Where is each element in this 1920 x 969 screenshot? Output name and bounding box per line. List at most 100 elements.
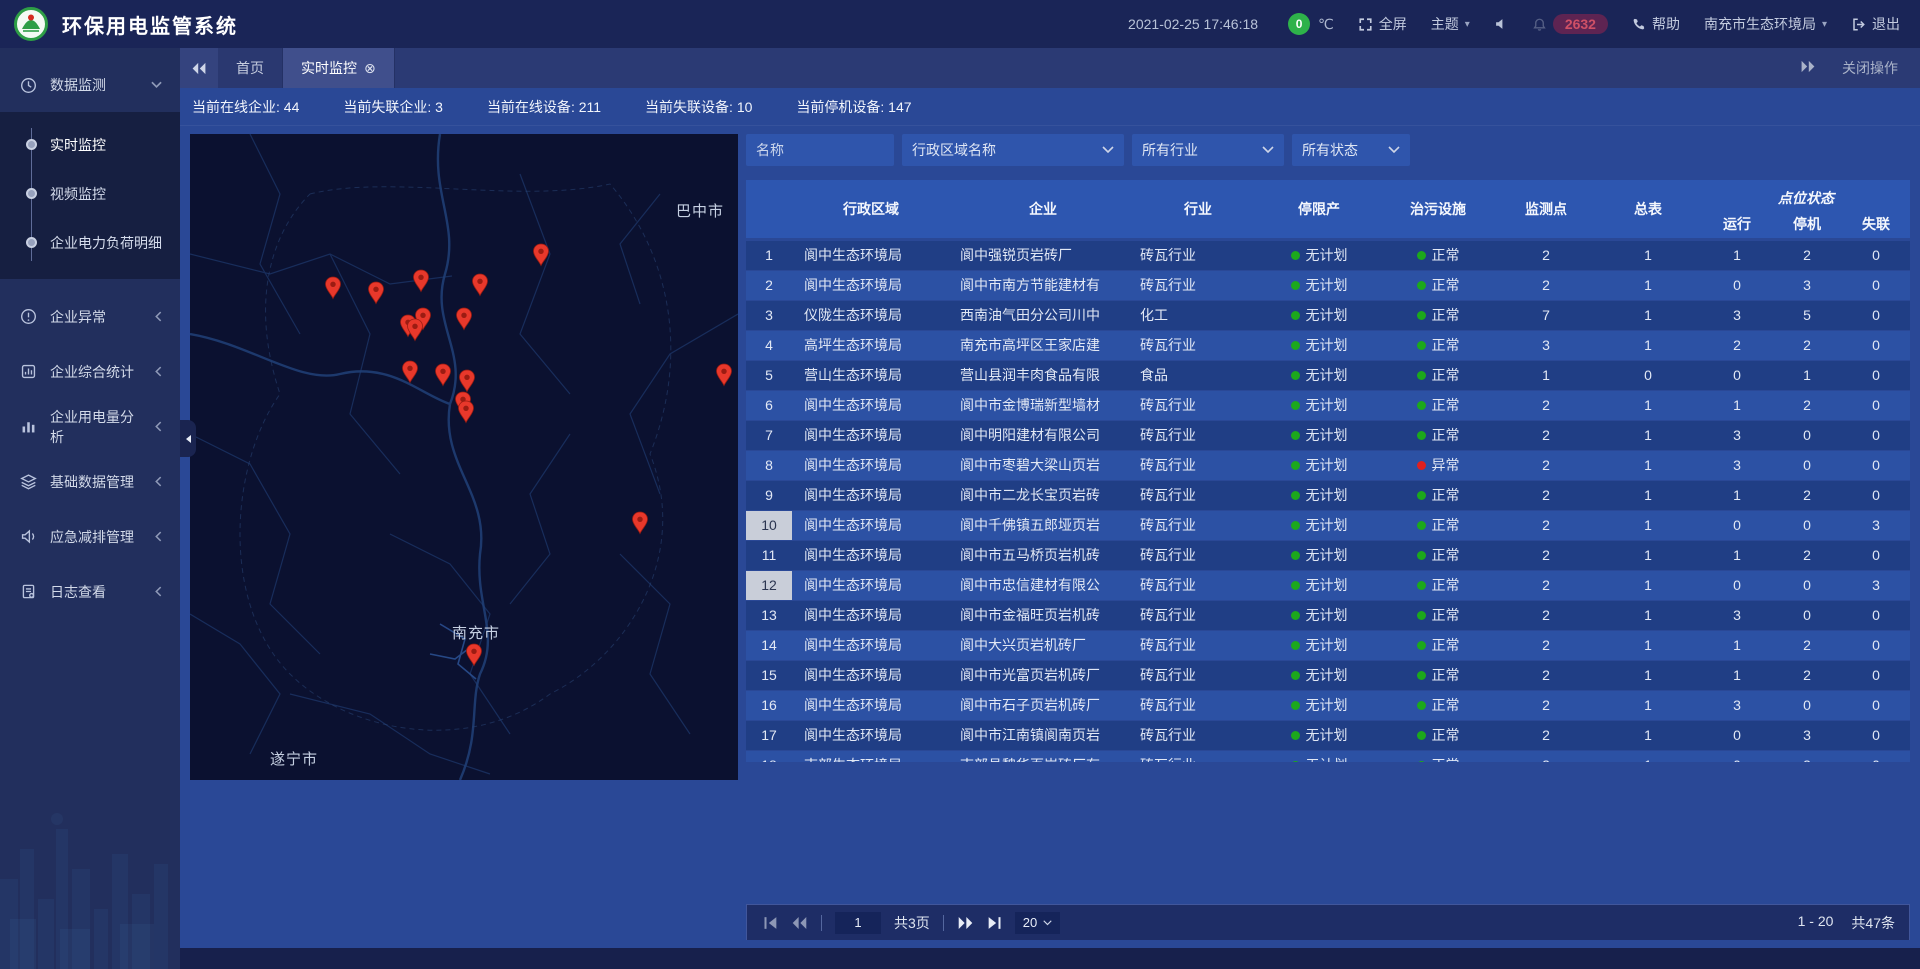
map-pin-9[interactable] bbox=[401, 360, 419, 384]
map-pin-7[interactable] bbox=[455, 307, 473, 331]
facility-text: 正常 bbox=[1432, 421, 1460, 450]
map-pin-11[interactable] bbox=[458, 369, 476, 393]
table-header-col-5[interactable]: 监测点 bbox=[1498, 180, 1594, 238]
status-filter-select[interactable]: 所有状态 bbox=[1292, 134, 1410, 166]
table-row-3[interactable]: 3仪陇生态环境局西南油气田分公司川中化工无计划正常71350 bbox=[746, 301, 1910, 330]
notifications-button[interactable]: 2632 bbox=[1532, 14, 1608, 34]
table-row-9[interactable]: 9阆中生态环境局阆中市二龙长宝页岩砖砖瓦行业无计划正常21120 bbox=[746, 481, 1910, 510]
table-row-8[interactable]: 8阆中生态环境局阆中市枣碧大梁山页岩砖瓦行业无计划异常21300 bbox=[746, 451, 1910, 480]
map-pin-16[interactable] bbox=[465, 643, 483, 667]
map-pin-2[interactable] bbox=[412, 269, 430, 293]
fullscreen-button[interactable]: 全屏 bbox=[1358, 14, 1407, 34]
industry-filter-select[interactable]: 所有行业 bbox=[1132, 134, 1284, 166]
table-row-13[interactable]: 13阆中生态环境局阆中市金福旺页岩机砖砖瓦行业无计划正常21300 bbox=[746, 601, 1910, 630]
table-row-17[interactable]: 17阆中生态环境局阆中市江南镇阆南页岩砖瓦行业无计划正常21030 bbox=[746, 721, 1910, 750]
table-header-col-2[interactable]: 行业 bbox=[1136, 180, 1260, 238]
map-canvas bbox=[190, 134, 738, 780]
tab-0[interactable]: 首页 bbox=[218, 48, 283, 88]
table-header-status-0[interactable]: 运行 bbox=[1702, 209, 1772, 238]
table-row-6[interactable]: 6阆中生态环境局阆中市金博瑞新型墙材砖瓦行业无计划正常21120 bbox=[746, 391, 1910, 420]
cell-meters: 1 bbox=[1594, 541, 1702, 570]
sidebar-item-label: 企业用电量分析 bbox=[50, 407, 143, 447]
sidebar-collapse-handle[interactable] bbox=[180, 420, 196, 457]
sidebar-subitem-1[interactable]: 视频监控 bbox=[0, 169, 180, 218]
map-pin-0[interactable] bbox=[324, 276, 342, 300]
map-pin-14[interactable] bbox=[715, 363, 733, 387]
tab-1[interactable]: 实时监控⊗ bbox=[283, 48, 395, 88]
table-header-col-4[interactable]: 治污设施 bbox=[1378, 180, 1498, 238]
map-pin-10[interactable] bbox=[434, 363, 452, 387]
help-button[interactable]: 帮助 bbox=[1632, 14, 1680, 34]
map-pin-13[interactable] bbox=[457, 400, 475, 424]
table-row-2[interactable]: 2阆中生态环境局阆中市南方节能建材有砖瓦行业无计划正常21030 bbox=[746, 271, 1910, 300]
table-header-status-1[interactable]: 停机 bbox=[1772, 209, 1842, 238]
next-page-button[interactable] bbox=[957, 916, 974, 930]
tabs-scroll-right-button[interactable] bbox=[1800, 60, 1816, 76]
map-pin-1[interactable] bbox=[367, 281, 385, 305]
chevron-down-icon bbox=[1102, 146, 1114, 154]
table-header-col-1[interactable]: 企业 bbox=[950, 180, 1136, 238]
tabs-scroll-left-button[interactable] bbox=[180, 48, 218, 88]
page-number-input[interactable] bbox=[835, 912, 881, 934]
first-page-button[interactable] bbox=[763, 916, 778, 930]
cell-lost: 0 bbox=[1842, 661, 1910, 690]
cell-run: 1 bbox=[1702, 541, 1772, 570]
close-operations-button[interactable]: 关闭操作 bbox=[1842, 58, 1898, 78]
sidebar-item-barchart[interactable]: 企业用电量分析 bbox=[0, 399, 180, 454]
table-row-4[interactable]: 4高坪生态环境局南充市高坪区王家店建砖瓦行业无计划正常31220 bbox=[746, 331, 1910, 360]
table-row-14[interactable]: 14阆中生态环境局阆中大兴页岩机砖厂砖瓦行业无计划正常21120 bbox=[746, 631, 1910, 660]
cell-meters: 1 bbox=[1594, 241, 1702, 270]
name-filter-input[interactable] bbox=[746, 134, 894, 166]
sidebar-subitem-2[interactable]: 企业电力负荷明细 bbox=[0, 218, 180, 267]
sidebar-item-log[interactable]: 日志查看 bbox=[0, 564, 180, 619]
status-dot-icon bbox=[1291, 341, 1300, 350]
table-row-1[interactable]: 1阆中生态环境局阆中强锐页岩砖厂砖瓦行业无计划正常21120 bbox=[746, 241, 1910, 270]
theme-dropdown[interactable]: 主题 ▾ bbox=[1431, 14, 1470, 34]
cell-facility-status: 正常 bbox=[1378, 601, 1498, 630]
prev-page-button[interactable] bbox=[791, 916, 808, 930]
table-row-12[interactable]: 12阆中生态环境局阆中市忠信建材有限公砖瓦行业无计划正常21003 bbox=[746, 571, 1910, 600]
user-dropdown[interactable]: 南充市生态环境局 ▾ bbox=[1704, 14, 1827, 34]
region-filter-select[interactable]: 行政区域名称 bbox=[902, 134, 1124, 166]
cell-industry: 砖瓦行业 bbox=[1136, 271, 1260, 300]
map-pin-8[interactable] bbox=[406, 318, 424, 342]
table-row-7[interactable]: 7阆中生态环境局阆中明阳建材有限公司砖瓦行业无计划正常21300 bbox=[746, 421, 1910, 450]
cell-region: 阆中生态环境局 bbox=[792, 271, 950, 300]
table-header-col-3[interactable]: 停限产 bbox=[1260, 180, 1378, 238]
map-pin-15[interactable] bbox=[631, 511, 649, 535]
sidebar-item-stats[interactable]: 企业综合统计 bbox=[0, 344, 180, 399]
tab-close-icon[interactable]: ⊗ bbox=[364, 61, 376, 75]
logout-button[interactable]: 退出 bbox=[1851, 14, 1900, 34]
last-page-button[interactable] bbox=[987, 916, 1002, 930]
status-dot-icon bbox=[1291, 701, 1300, 710]
map-panel[interactable]: 巴中市南充市遂宁市 bbox=[190, 134, 738, 780]
table-row-16[interactable]: 16阆中生态环境局阆中市石子页岩机砖厂砖瓦行业无计划正常21300 bbox=[746, 691, 1910, 720]
limit-text: 无计划 bbox=[1306, 481, 1348, 510]
table-row-15[interactable]: 15阆中生态环境局阆中市光富页岩机砖厂砖瓦行业无计划正常21120 bbox=[746, 661, 1910, 690]
table-row-5[interactable]: 5营山生态环境局营山县润丰肉食品有限食品无计划正常10010 bbox=[746, 361, 1910, 390]
table-row-11[interactable]: 11阆中生态环境局阆中市五马桥页岩机砖砖瓦行业无计划正常21120 bbox=[746, 541, 1910, 570]
sound-button[interactable] bbox=[1494, 17, 1508, 31]
sidebar-item-monitor[interactable]: 数据监测 bbox=[0, 58, 180, 112]
table-row-10[interactable]: 10阆中生态环境局阆中千佛镇五郎垭页岩砖瓦行业无计划正常21003 bbox=[746, 511, 1910, 540]
cell-company: 阆中市光富页岩机砖厂 bbox=[950, 661, 1136, 690]
table-row-18[interactable]: 18南部生态环境局南部县魏华页岩砖厂有砖瓦行业无计划正常21030 bbox=[746, 751, 1910, 762]
cell-stop: 3 bbox=[1772, 751, 1842, 762]
map-pin-4[interactable] bbox=[532, 243, 550, 267]
table-header-col-6[interactable]: 总表 bbox=[1594, 180, 1702, 238]
sidebar-item-horn[interactable]: 应急减排管理 bbox=[0, 509, 180, 564]
page-size-select[interactable]: 20 bbox=[1015, 912, 1060, 934]
cell-company: 阆中明阳建材有限公司 bbox=[950, 421, 1136, 450]
cell-lost: 0 bbox=[1842, 481, 1910, 510]
table-header-status-2[interactable]: 失联 bbox=[1842, 209, 1910, 238]
cell-stop: 0 bbox=[1772, 421, 1842, 450]
sidebar-item-alert[interactable]: 企业异常 bbox=[0, 289, 180, 344]
map-pin-3[interactable] bbox=[471, 273, 489, 297]
sidebar-subitem-0[interactable]: 实时监控 bbox=[0, 120, 180, 169]
cell-points: 2 bbox=[1498, 511, 1594, 540]
table-header-col-0[interactable]: 行政区域 bbox=[792, 180, 950, 238]
cell-facility-status: 正常 bbox=[1378, 301, 1498, 330]
sidebar-item-layers[interactable]: 基础数据管理 bbox=[0, 454, 180, 509]
cell-points: 2 bbox=[1498, 451, 1594, 480]
cell-limit-status: 无计划 bbox=[1260, 661, 1378, 690]
